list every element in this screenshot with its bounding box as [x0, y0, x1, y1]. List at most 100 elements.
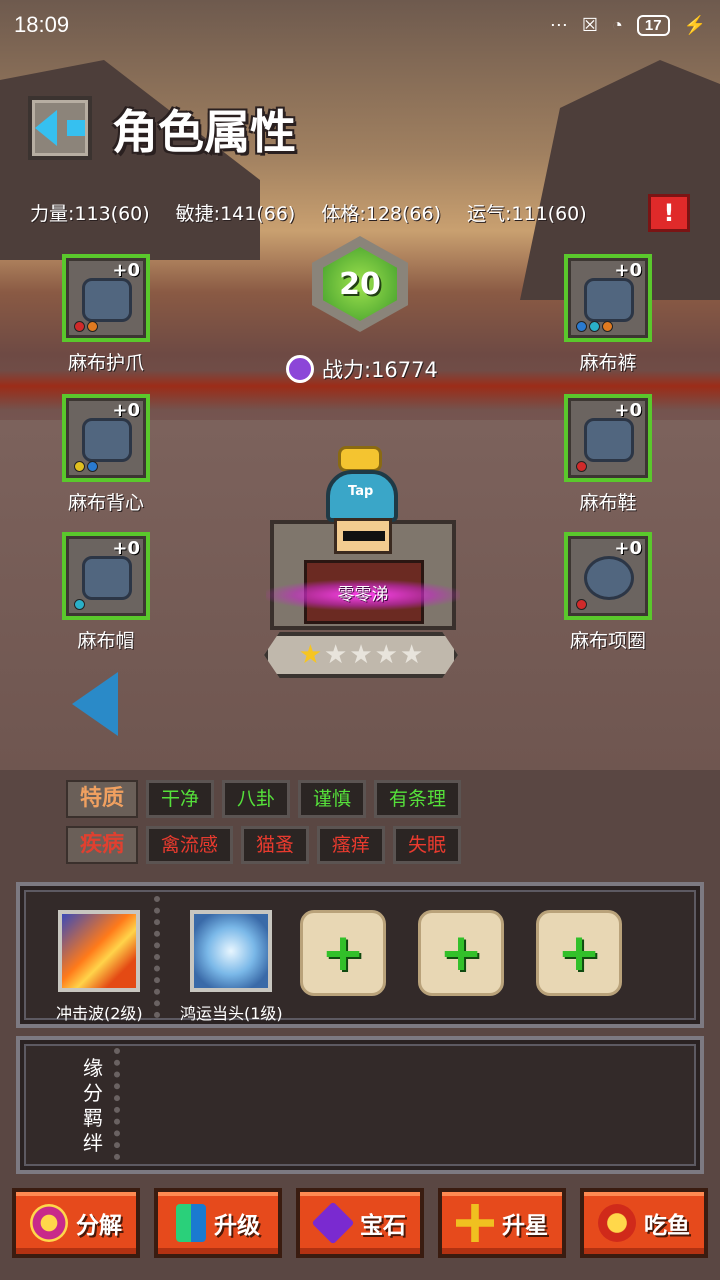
gem-button[interactable]: 宝石	[296, 1188, 424, 1258]
alert-icon: !	[663, 199, 675, 227]
cloth-pants-icon	[584, 278, 634, 322]
traits-row: 特质 干净 八卦 谨慎 有条理	[66, 780, 462, 818]
attribute-bar: 力量:113(60) 敏捷:141(66) 体格:128(66) 运气:111(…	[30, 192, 640, 232]
fate-label: 缘分羁绊	[83, 1056, 103, 1155]
sim-icon: ☒	[581, 14, 599, 35]
plus-icon: +	[321, 923, 365, 983]
hero-name: 零零涕	[266, 580, 460, 610]
disease-tag[interactable]: 瘙痒	[317, 826, 386, 864]
skill-good-fortune[interactable]: 鸿运当头(1级)	[180, 910, 283, 1024]
star-up-button[interactable]: 升星	[438, 1188, 566, 1258]
star-icon: ★	[298, 640, 323, 670]
decompose-icon	[30, 1204, 68, 1242]
disease-tag[interactable]: 禽流感	[146, 826, 234, 864]
decompose-button[interactable]: 分解	[12, 1188, 140, 1258]
crown-icon	[338, 446, 382, 472]
add-skill-button[interactable]: +	[418, 910, 504, 996]
equip-name: 麻布项圈	[569, 630, 646, 652]
disease-tag[interactable]: 失眠	[393, 826, 462, 864]
equip-name: 麻布帽	[77, 630, 135, 652]
skills-divider	[154, 896, 162, 1018]
action-bar: 分解 升级 宝石 升星 吃鱼	[12, 1188, 712, 1258]
status-time: 18:09	[14, 12, 70, 37]
equip-slot-hat[interactable]: +0 麻布帽	[60, 532, 152, 653]
star-up-label: 升星	[502, 1213, 548, 1239]
attribute-agility: 敏捷:141(66)	[175, 202, 296, 225]
equip-slot-pants[interactable]: +0 麻布裤	[562, 254, 654, 375]
attribute-luck: 运气:111(60)	[467, 202, 587, 225]
plus-icon: +	[439, 923, 483, 983]
gem-icon	[311, 1201, 355, 1245]
traits-label: 特质	[66, 780, 138, 818]
enhance-level: +0	[614, 538, 642, 559]
hero-sprite: Tap	[320, 446, 404, 570]
skill-name: 鸿运当头(1级)	[180, 1004, 283, 1023]
upgrade-icon	[176, 1204, 206, 1242]
equip-name: 麻布鞋	[579, 492, 637, 514]
back-arrow-icon	[35, 110, 85, 146]
equip-slot-shoes[interactable]: +0 麻布鞋	[562, 394, 654, 515]
cloth-vest-icon	[82, 418, 132, 462]
disease-row: 疾病 禽流感 猫蚤 瘙痒 失眠	[66, 826, 462, 864]
page-title: 角色属性	[112, 105, 296, 159]
add-skill-button[interactable]: +	[536, 910, 622, 996]
trait-tag[interactable]: 干净	[146, 780, 215, 818]
trait-tag[interactable]: 八卦	[222, 780, 291, 818]
gem-sockets	[74, 599, 85, 610]
eat-fish-button[interactable]: 吃鱼	[580, 1188, 708, 1258]
back-button[interactable]	[28, 96, 92, 160]
plus-icon: +	[557, 923, 601, 983]
gem-sockets	[74, 461, 98, 472]
cloth-claws-icon	[82, 278, 132, 322]
gem-label: 宝石	[360, 1213, 406, 1239]
alert-button[interactable]: !	[648, 194, 690, 232]
disease-tag[interactable]: 猫蚤	[241, 826, 310, 864]
attribute-constitution: 体格:128(66)	[321, 202, 442, 225]
disease-label: 疾病	[66, 826, 138, 864]
gem-sockets	[576, 321, 613, 332]
attribute-strength: 力量:113(60)	[30, 202, 150, 225]
equip-slot-collar[interactable]: +0 麻布项圈	[562, 532, 654, 653]
cloth-hat-icon	[82, 556, 132, 600]
shockwave-icon	[58, 910, 141, 992]
equip-slot-vest[interactable]: +0 麻布背心	[60, 394, 152, 515]
battery-icon: 17	[636, 14, 670, 36]
fish-icon	[598, 1204, 636, 1242]
status-bar: 18:09 ⋯ ☒ ◔ 17 ⚡	[0, 0, 720, 50]
hero-level: 20	[323, 247, 397, 321]
good-fortune-icon	[190, 910, 273, 992]
hat-text: Tap	[348, 484, 374, 499]
equip-name: 麻布裤	[579, 352, 637, 374]
signal-icon: ⋯	[549, 14, 568, 35]
fate-panel: 缘分羁绊	[16, 1036, 704, 1174]
upgrade-label: 升级	[214, 1213, 260, 1239]
trait-tag[interactable]: 谨慎	[298, 780, 367, 818]
star-icon: ★	[324, 640, 348, 670]
previous-hero-arrow-icon[interactable]	[72, 672, 118, 736]
cloth-collar-icon	[584, 556, 634, 600]
star-rating: ★ ★ ★ ★ ★	[264, 632, 458, 678]
equip-slot-claws[interactable]: +0 麻布护爪	[60, 254, 152, 375]
skill-name: 冲击波(2级)	[56, 1004, 143, 1023]
cloth-shoes-icon	[584, 418, 634, 462]
star-icon: ★	[399, 640, 424, 670]
equip-name: 麻布护爪	[67, 352, 144, 374]
combat-power: 战力:16774	[286, 354, 438, 384]
combat-power-value: 战力:16774	[322, 358, 438, 382]
star-icon: ★	[349, 640, 373, 670]
trait-tag[interactable]: 有条理	[374, 780, 462, 818]
upgrade-button[interactable]: 升级	[154, 1188, 282, 1258]
star-up-icon	[456, 1204, 494, 1242]
power-icon	[286, 355, 314, 383]
eat-fish-label: 吃鱼	[644, 1213, 690, 1239]
decompose-label: 分解	[76, 1213, 122, 1239]
gem-sockets	[74, 321, 98, 332]
charging-icon: ⚡	[683, 14, 706, 35]
fate-divider	[114, 1048, 120, 1160]
skill-shockwave[interactable]: 冲击波(2级)	[56, 910, 143, 1024]
wifi-icon: ◔	[612, 14, 623, 35]
add-skill-button[interactable]: +	[300, 910, 386, 996]
skills-panel: 冲击波(2级) 鸿运当头(1级) + + +	[16, 882, 704, 1028]
gem-sockets	[576, 599, 587, 610]
equip-name: 麻布背心	[67, 492, 144, 514]
